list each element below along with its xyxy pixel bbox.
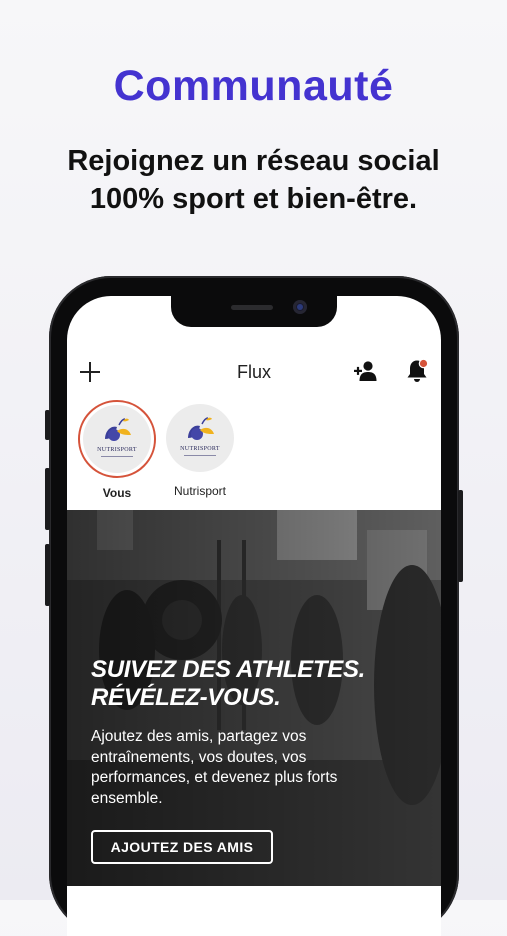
notch [171, 296, 337, 327]
logo-text: NUTRISPORT [97, 447, 137, 453]
nutrisport-logo: NUTRISPORT [166, 404, 234, 472]
bell-icon[interactable] [405, 358, 429, 384]
phone-power-button [458, 490, 463, 582]
logo-mark-icon [105, 418, 131, 441]
promo-subline-line-1: Rejoignez un réseau social [67, 145, 440, 177]
banner-text: Ajoutez des amis, partagez vos entraînem… [91, 728, 338, 807]
logo-divider [101, 456, 133, 457]
story-label: Vous [102, 486, 132, 500]
phone-volume-up [45, 468, 50, 530]
phone-volume-down [45, 544, 50, 606]
story-vous[interactable]: NUTRISPORT Vous [77, 400, 157, 500]
story-nutrisport[interactable]: NUTRISPORT Nutrisport [160, 400, 240, 498]
banner-title-line-1: SUIVEZ DES ATHLETES. [91, 656, 366, 683]
promo-subline-line-2: 100% sport et bien-être. [89, 183, 418, 215]
banner-title: SUIVEZ DES ATHLETES. RÉVÉLEZ-VOUS. [91, 656, 391, 712]
add-friends-button[interactable]: AJOUTEZ DES AMIS [91, 830, 273, 864]
logo-text: NUTRISPORT [180, 446, 220, 452]
nutrisport-logo: NUTRISPORT [83, 405, 151, 473]
add-user-icon[interactable] [354, 360, 378, 382]
story-label: Nutrisport [173, 484, 226, 498]
speaker [231, 305, 273, 310]
front-camera [293, 300, 307, 314]
feed-card [67, 906, 441, 936]
phone-screen: Flux NUTRISPORT Vous NUTRISPORT Nutrispo… [67, 296, 441, 936]
story-ring: NUTRISPORT [78, 400, 156, 478]
promo-banner[interactable]: SUIVEZ DES ATHLETES. RÉVÉLEZ-VOUS. Ajout… [67, 510, 441, 886]
promo-headline: Communauté [113, 62, 394, 110]
page-title: Flux [236, 362, 271, 382]
logo-divider [184, 455, 216, 456]
promo-subline: Rejoignez un réseau social 100% sport et… [0, 142, 507, 218]
phone-side-button [45, 410, 50, 440]
phone-frame: Flux NUTRISPORT Vous NUTRISPORT Nutrispo… [45, 276, 463, 936]
app-top-bar: Flux [67, 358, 441, 390]
story-ring: NUTRISPORT [162, 400, 238, 476]
logo-mark-icon [188, 417, 214, 440]
banner-title-line-2: RÉVÉLEZ-VOUS. [91, 684, 281, 711]
